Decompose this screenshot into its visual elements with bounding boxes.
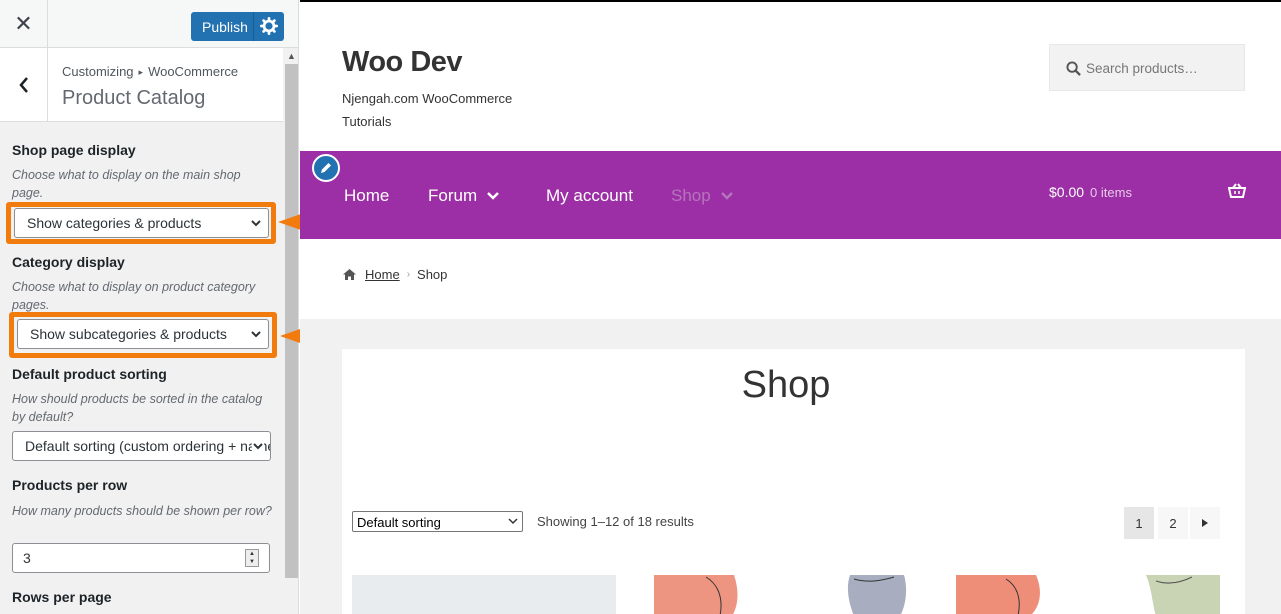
nav-shop-label: Shop: [671, 186, 711, 205]
search-icon: [1066, 61, 1081, 76]
products-per-row-input[interactable]: 3 ▲ ▼: [12, 543, 270, 573]
edit-shortcut-pencil-icon[interactable]: [312, 154, 340, 182]
gear-icon[interactable]: [260, 16, 278, 36]
default-sorting-description: How should products be sorted in the cat…: [12, 392, 263, 424]
product-thumbnail[interactable]: [956, 575, 1220, 614]
caret-right-icon: [1202, 519, 1208, 527]
scroll-up-icon[interactable]: ▲: [286, 51, 297, 61]
category-display-select[interactable]: Show subcategories & products: [17, 319, 269, 349]
site-description: Njengah.com WooCommerce Tutorials: [342, 91, 513, 129]
nav-forum-label: Forum: [428, 186, 478, 205]
category-display-label: Category display: [12, 254, 125, 270]
pagination-page-2[interactable]: 2: [1158, 507, 1188, 539]
chevron-down-icon: [487, 192, 500, 200]
customizer-breadcrumb: Customizing ▸ WooCommerce: [62, 64, 238, 79]
section-header: Customizing ▸ WooCommerce Product Catalog: [0, 48, 283, 122]
home-icon: [343, 269, 356, 280]
chevron-left-icon: [18, 76, 28, 93]
site-title[interactable]: Woo Dev: [342, 46, 463, 79]
default-sorting-select[interactable]: Default sorting (custom ordering + name): [12, 431, 271, 461]
primary-navigation: Home Forum My account Shop $0.00 0 items: [300, 151, 1281, 239]
basket-icon[interactable]: [1228, 183, 1246, 199]
chevron-down-icon: [251, 331, 261, 338]
chevron-down-icon: [720, 192, 733, 200]
publish-divider: [253, 12, 254, 41]
product-search[interactable]: Search products…: [1049, 44, 1245, 91]
products-per-row-description: How many products should be shown per ro…: [12, 504, 272, 518]
product-image: [956, 575, 1220, 614]
category-display-value: Show subcategories & products: [30, 326, 227, 342]
breadcrumb-parent: WooCommerce: [148, 64, 239, 79]
back-button[interactable]: [0, 48, 48, 121]
nav-home-label: Home: [344, 186, 390, 205]
customizer-topbar: ✕ Publish: [0, 0, 298, 48]
shop-display-select[interactable]: Show categories & products: [14, 208, 269, 238]
spin-down-icon[interactable]: ▼: [246, 558, 258, 566]
shop-sorting-select[interactable]: Default sorting: [352, 511, 523, 532]
breadcrumb-current: Shop: [417, 267, 448, 282]
nav-item-forum[interactable]: Forum: [428, 186, 500, 206]
nav-account-label: My account: [546, 186, 633, 205]
cart-summary[interactable]: $0.00 0 items: [1049, 184, 1132, 200]
publish-button[interactable]: Publish: [191, 12, 284, 41]
products-per-row-label: Products per row: [12, 477, 128, 493]
breadcrumb: Home › Shop: [342, 267, 447, 282]
search-placeholder: Search products…: [1086, 61, 1198, 76]
breadcrumb-home-link[interactable]: Home: [365, 267, 400, 282]
nav-item-shop[interactable]: Shop: [671, 186, 733, 206]
pagination-page-1[interactable]: 1: [1124, 507, 1154, 539]
number-spinner[interactable]: ▲ ▼: [245, 549, 259, 567]
rows-per-page-label: Rows per page: [12, 589, 112, 605]
triangle-right-icon: ▸: [138, 67, 144, 77]
spin-up-icon[interactable]: ▲: [246, 550, 258, 558]
default-sorting-value: Default sorting (custom ordering + name): [25, 438, 271, 454]
shop-display-description: Choose what to display on the main shop …: [12, 168, 241, 200]
chevron-down-icon: [251, 220, 261, 227]
pagination-next-button[interactable]: [1190, 507, 1220, 539]
nav-item-home[interactable]: Home: [344, 186, 389, 206]
category-display-description: Choose what to display on product catego…: [12, 280, 256, 312]
page-title: Shop: [741, 364, 831, 406]
chevron-down-icon: [508, 518, 518, 525]
site-preview: Woo Dev Njengah.com WooCommerce Tutorial…: [300, 0, 1281, 614]
breadcrumb-separator-icon: ›: [406, 269, 411, 280]
chevron-down-icon: [252, 440, 264, 452]
cart-total: $0.00: [1049, 184, 1085, 200]
product-thumbnail[interactable]: [654, 575, 918, 614]
default-sorting-label: Default product sorting: [12, 366, 167, 382]
product-image: [654, 575, 907, 614]
customizer-sidebar: ✕ Publish Customizing ▸ WooCommerce Prod…: [0, 0, 299, 614]
section-title: Product Catalog: [62, 87, 206, 109]
close-customizer-button[interactable]: ✕: [0, 0, 48, 48]
result-count: Showing 1–12 of 18 results: [537, 514, 694, 529]
shop-display-value: Show categories & products: [27, 215, 202, 231]
breadcrumb-root: Customizing: [62, 64, 134, 79]
publish-label: Publish: [202, 19, 248, 35]
product-thumbnail[interactable]: [352, 575, 616, 614]
pencil-icon: [321, 163, 331, 173]
shop-display-label: Shop page display: [12, 142, 136, 158]
shop-sorting-value: Default sorting: [357, 515, 441, 530]
nav-item-my-account[interactable]: My account: [546, 186, 633, 206]
shop-content: Shop Default sorting Showing 1–12 of 18 …: [342, 349, 1245, 614]
products-per-row-value: 3: [23, 550, 31, 566]
cart-items: 0 items: [1090, 185, 1132, 200]
